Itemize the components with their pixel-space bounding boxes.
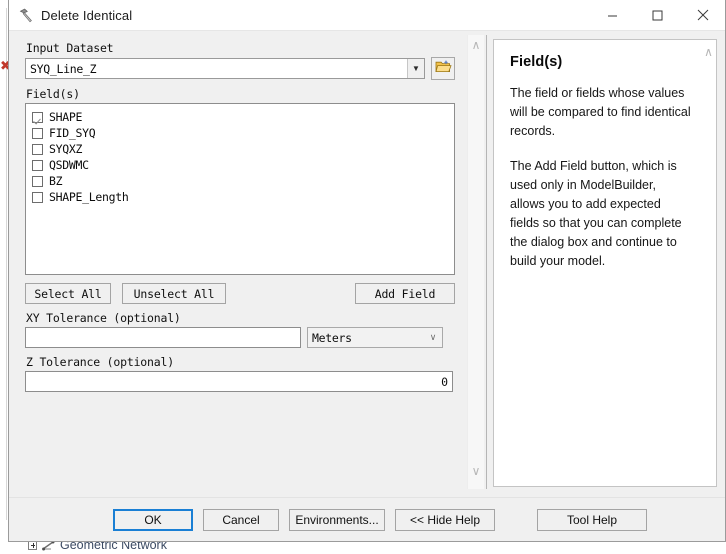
field-label: FID_SYQ <box>49 126 96 140</box>
chevron-down-icon[interactable]: ∨ <box>424 332 442 343</box>
field-label: BZ <box>49 174 63 188</box>
field-actions-row: Select All Unselect All Add Field <box>25 283 455 304</box>
field-checkbox-shape-length[interactable] <box>32 191 43 203</box>
open-folder-icon <box>434 59 452 79</box>
window-controls <box>590 0 725 31</box>
list-item[interactable]: SHAPE <box>32 109 454 125</box>
parameters-pane: Input Dataset SYQ_Line_Z ▼ Field(s) SHAP… <box>9 31 487 497</box>
xy-tolerance-row: Meters ∨ <box>25 327 455 348</box>
help-title: Field(s) <box>510 54 563 70</box>
delete-identical-dialog: Delete Identical Input Dataset SYQ_Line_… <box>8 0 726 542</box>
field-checkbox-fid-syq[interactable] <box>32 127 43 139</box>
maximize-button[interactable] <box>635 0 680 31</box>
tool-help-button[interactable]: Tool Help <box>537 508 647 531</box>
scroll-up-icon[interactable]: ∧ <box>704 46 713 58</box>
close-button[interactable] <box>680 0 725 31</box>
help-pane: Field(s) The field or fields whose value… <box>487 31 725 497</box>
environments-button[interactable]: Environments... <box>289 508 385 531</box>
pane-divider <box>486 35 487 489</box>
z-tolerance-input[interactable]: 0 <box>25 371 453 392</box>
dialog-title: Delete Identical <box>41 7 133 23</box>
field-label: SHAPE <box>49 110 83 124</box>
list-item[interactable]: FID_SYQ <box>32 125 454 141</box>
field-label: SHAPE_Length <box>49 190 129 204</box>
browse-folder-button[interactable] <box>431 57 455 80</box>
field-label: QSDWMC <box>49 158 89 172</box>
minimize-button[interactable] <box>590 0 635 31</box>
xy-tolerance-units-combobox[interactable]: Meters ∨ <box>307 327 443 348</box>
hide-help-button[interactable]: << Hide Help <box>395 508 495 531</box>
z-tolerance-label: Z Tolerance (optional) <box>26 355 174 369</box>
xy-tolerance-input[interactable] <box>25 327 301 348</box>
help-paragraph-2: The Add Field button, which is used only… <box>510 159 682 268</box>
parameters-scrollbar[interactable]: ∧ ∨ <box>467 35 484 489</box>
dialog-titlebar[interactable]: Delete Identical <box>9 0 725 31</box>
scroll-down-icon[interactable]: ∨ <box>472 465 481 477</box>
ok-button[interactable]: OK <box>113 508 193 531</box>
help-paragraph-1: The field or fields whose values will be… <box>510 86 691 138</box>
fields-listbox[interactable]: SHAPE FID_SYQ SYQXZ QSDWMC BZ SHAPE_Leng… <box>25 103 455 275</box>
field-checkbox-shape[interactable] <box>32 111 43 123</box>
hammer-tool-icon <box>9 7 37 24</box>
help-panel: Field(s) The field or fields whose value… <box>493 39 717 487</box>
fields-label: Field(s) <box>26 87 80 101</box>
field-checkbox-syqxz[interactable] <box>32 143 43 155</box>
chevron-down-icon[interactable]: ▼ <box>407 59 424 78</box>
list-item[interactable]: QSDWMC <box>32 157 454 173</box>
input-dataset-row: SYQ_Line_Z ▼ <box>25 57 455 80</box>
help-scrollbar[interactable]: ∧ <box>701 40 716 486</box>
help-content: Field(s) The field or fields whose value… <box>494 40 701 486</box>
list-item[interactable]: SHAPE_Length <box>32 189 454 205</box>
input-dataset-combobox[interactable]: SYQ_Line_Z ▼ <box>25 58 425 79</box>
field-label: SYQXZ <box>49 142 83 156</box>
field-checkbox-qsdwmc[interactable] <box>32 159 43 171</box>
select-all-button[interactable]: Select All <box>25 283 111 304</box>
cancel-button[interactable]: Cancel <box>203 508 279 531</box>
scroll-up-icon[interactable]: ∧ <box>472 39 481 51</box>
list-item[interactable]: SYQXZ <box>32 141 454 157</box>
dialog-body: Input Dataset SYQ_Line_Z ▼ Field(s) SHAP… <box>9 31 725 497</box>
xy-tolerance-label: XY Tolerance (optional) <box>26 311 181 325</box>
list-item[interactable]: BZ <box>32 173 454 189</box>
unselect-all-button[interactable]: Unselect All <box>122 283 226 304</box>
xy-tolerance-units-value[interactable]: Meters <box>308 331 424 345</box>
dialog-footer: OK Cancel Environments... << Hide Help T… <box>9 497 725 541</box>
field-checkbox-bz[interactable] <box>32 175 43 187</box>
input-dataset-value[interactable]: SYQ_Line_Z <box>26 62 407 76</box>
parameters-content: Input Dataset SYQ_Line_Z ▼ Field(s) SHAP… <box>9 31 467 497</box>
add-field-button[interactable]: Add Field <box>355 283 455 304</box>
input-dataset-label: Input Dataset <box>26 41 114 55</box>
